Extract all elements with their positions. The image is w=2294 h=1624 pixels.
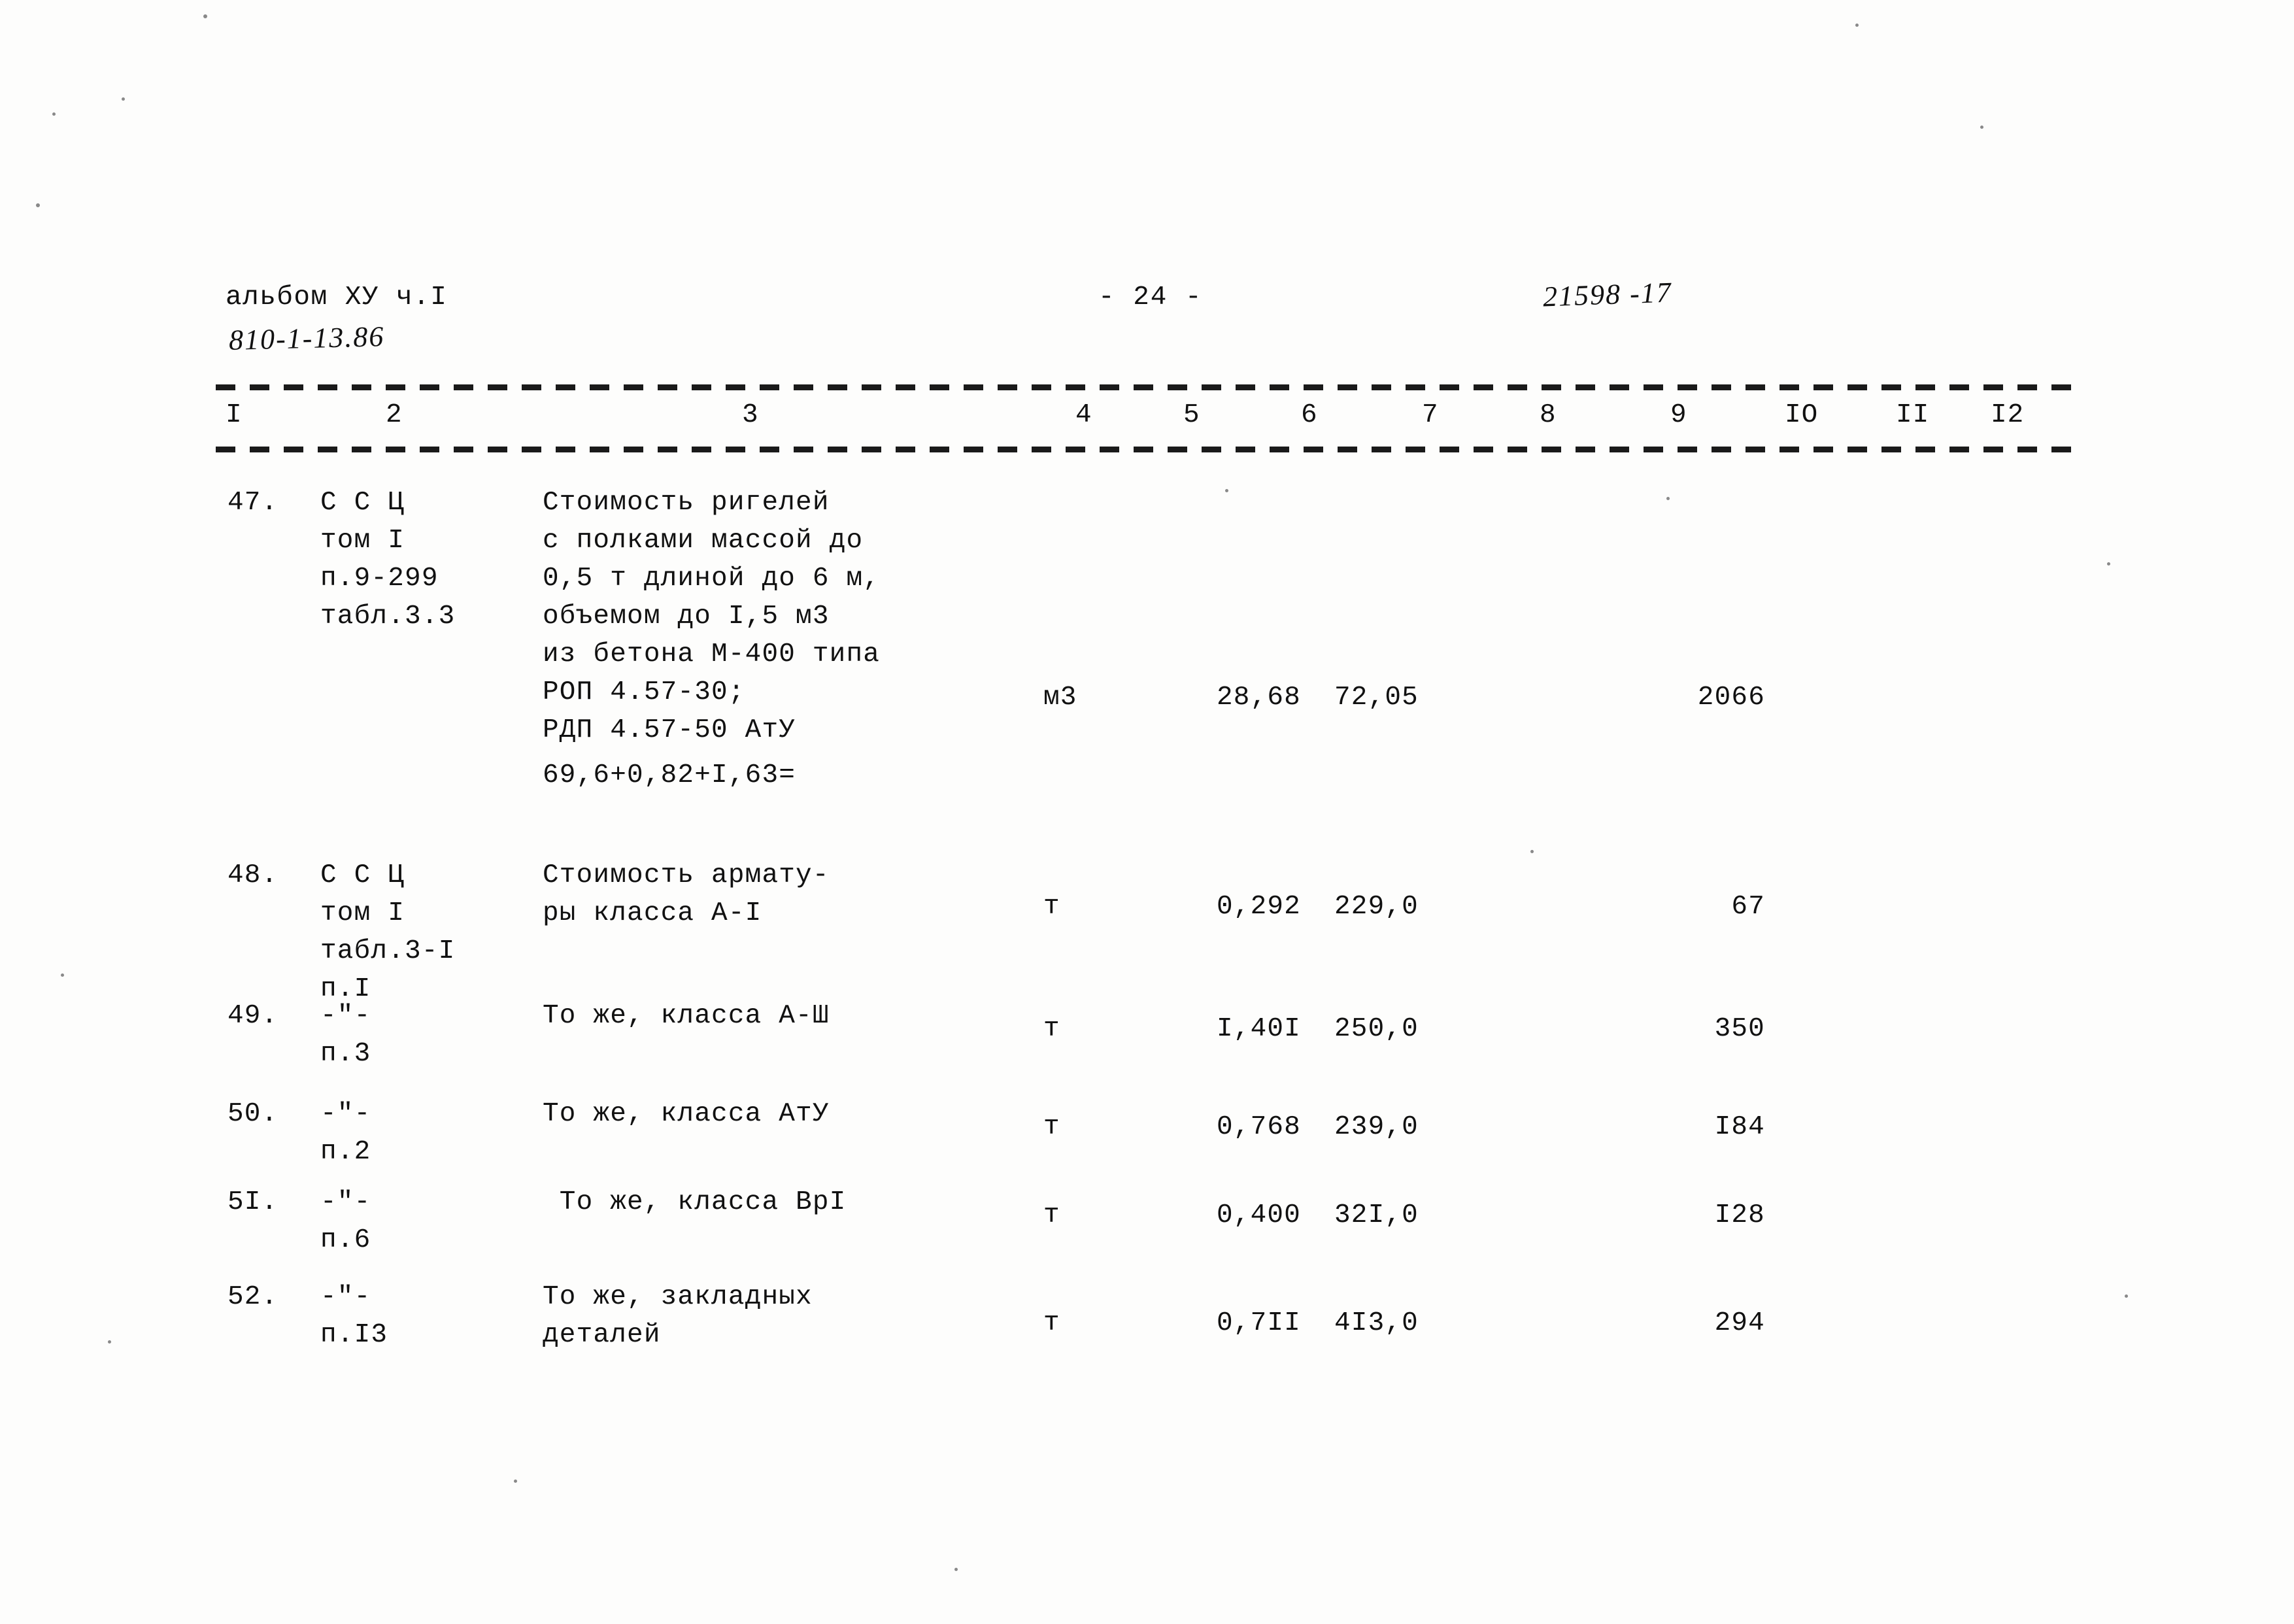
row-description-line: РДП 4.57-50 АтУ (543, 715, 796, 745)
page-marker: - 24 - (1098, 282, 1203, 313)
row-total-cost: I84 (1714, 1112, 1765, 1142)
column-number: IO (1785, 400, 1819, 430)
column-number: 4 (1075, 400, 1092, 430)
column-number: 9 (1670, 400, 1687, 430)
column-number: 5 (1183, 400, 1200, 430)
row-reference-line: табл.3-I (320, 936, 456, 966)
table-rule-bottom (216, 447, 2072, 452)
scan-speck (61, 973, 64, 977)
row-total-cost: 350 (1714, 1014, 1765, 1044)
album-label: альбом ХУ ч.I (226, 282, 448, 313)
scan-speck (108, 1340, 111, 1344)
archive-stamp: 21598 -17 (1542, 276, 1673, 313)
column-number: II (1896, 400, 1930, 430)
document-code: 810-1-13.86 (228, 320, 385, 356)
row-calculation-formula: 69,6+0,82+I,63= (543, 760, 796, 790)
column-number: I (226, 400, 243, 430)
scan-speck (1666, 497, 1670, 500)
row-description-line: 0,5 т длиной до 6 м, (543, 564, 881, 594)
scan-speck (514, 1480, 517, 1483)
row-position-number: 47. (228, 488, 278, 518)
scan-speck (1530, 850, 1534, 853)
row-reference-line: п.9-299 (320, 564, 439, 594)
column-number: 2 (386, 400, 403, 430)
scan-speck (36, 203, 40, 207)
scan-speck (122, 97, 125, 101)
row-reference-line: том I (320, 526, 405, 556)
scan-speck (954, 1568, 958, 1571)
scan-speck (1980, 126, 1983, 129)
row-total-cost: 67 (1731, 892, 1765, 922)
row-total-cost: I28 (1714, 1200, 1765, 1230)
scan-speck (2125, 1294, 2128, 1298)
row-total-cost: 294 (1714, 1308, 1765, 1338)
scan-speck (1225, 489, 1228, 492)
scan-speck (203, 14, 207, 18)
table-rule-top (216, 384, 2072, 390)
scan-speck (2107, 562, 2110, 566)
row-description-line: с полками массой до (543, 526, 864, 556)
row-description-line: из бетона М-400 типа (543, 639, 881, 669)
row-reference-line: табл.3.3 (320, 601, 456, 632)
column-number: 8 (1540, 400, 1557, 430)
row-description-line: Стоимость ригелей (543, 488, 830, 518)
scan-speck (52, 112, 56, 116)
column-number: 7 (1422, 400, 1439, 430)
row-description-line: объемом до I,5 м3 (543, 601, 830, 632)
column-number: 3 (742, 400, 759, 430)
column-number-row: I 2 3 4 5 6 7 8 9 IO II I2 (0, 400, 2294, 439)
column-number: I2 (1991, 400, 2025, 430)
row-reference-line: С С Ц (320, 488, 405, 518)
scanned-page: альбом ХУ ч.I 810-1-13.86 - 24 - 21598 -… (0, 0, 2294, 1624)
column-number: 6 (1301, 400, 1318, 430)
scan-speck (1855, 24, 1859, 27)
row-total-cost: 2066 (1697, 683, 1765, 713)
